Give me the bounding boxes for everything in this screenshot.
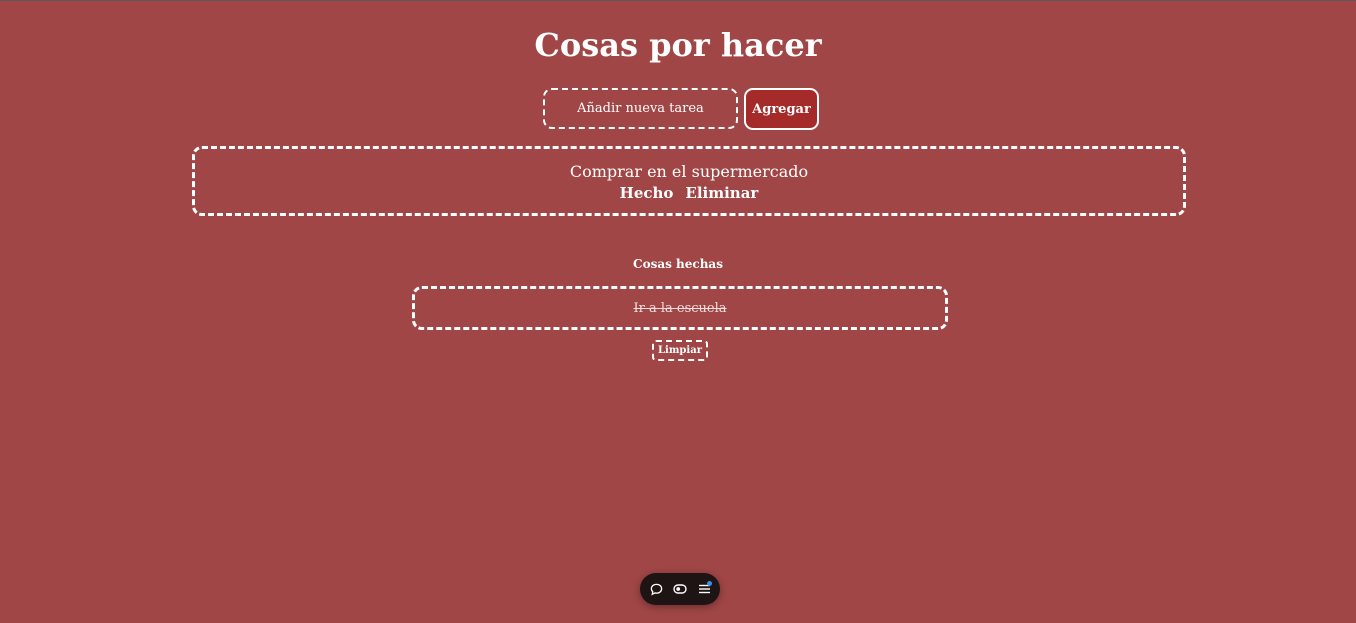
comment-icon[interactable]: [649, 582, 663, 596]
done-item: Ir a la escuela: [412, 286, 948, 330]
add-task-form: Agregar: [543, 88, 819, 130]
notification-dot: [707, 581, 712, 586]
clear-button[interactable]: Limpiar: [652, 340, 708, 361]
new-task-input[interactable]: [543, 88, 738, 129]
add-button[interactable]: Agregar: [744, 88, 819, 130]
floating-toolbar: [640, 573, 720, 605]
done-item-text: Ir a la escuela: [633, 300, 727, 316]
toggle-icon[interactable]: [673, 582, 687, 596]
todo-item: Comprar en el supermercado Hecho Elimina…: [192, 146, 1186, 216]
page-title: Cosas por hacer: [534, 26, 822, 64]
delete-button[interactable]: Eliminar: [685, 183, 758, 203]
menu-icon[interactable]: [697, 581, 712, 596]
todo-text: Comprar en el supermercado: [569, 162, 809, 181]
todo-actions: Hecho Eliminar: [195, 183, 1183, 203]
done-button[interactable]: Hecho: [620, 183, 674, 203]
done-section-heading: Cosas hechas: [633, 257, 723, 271]
